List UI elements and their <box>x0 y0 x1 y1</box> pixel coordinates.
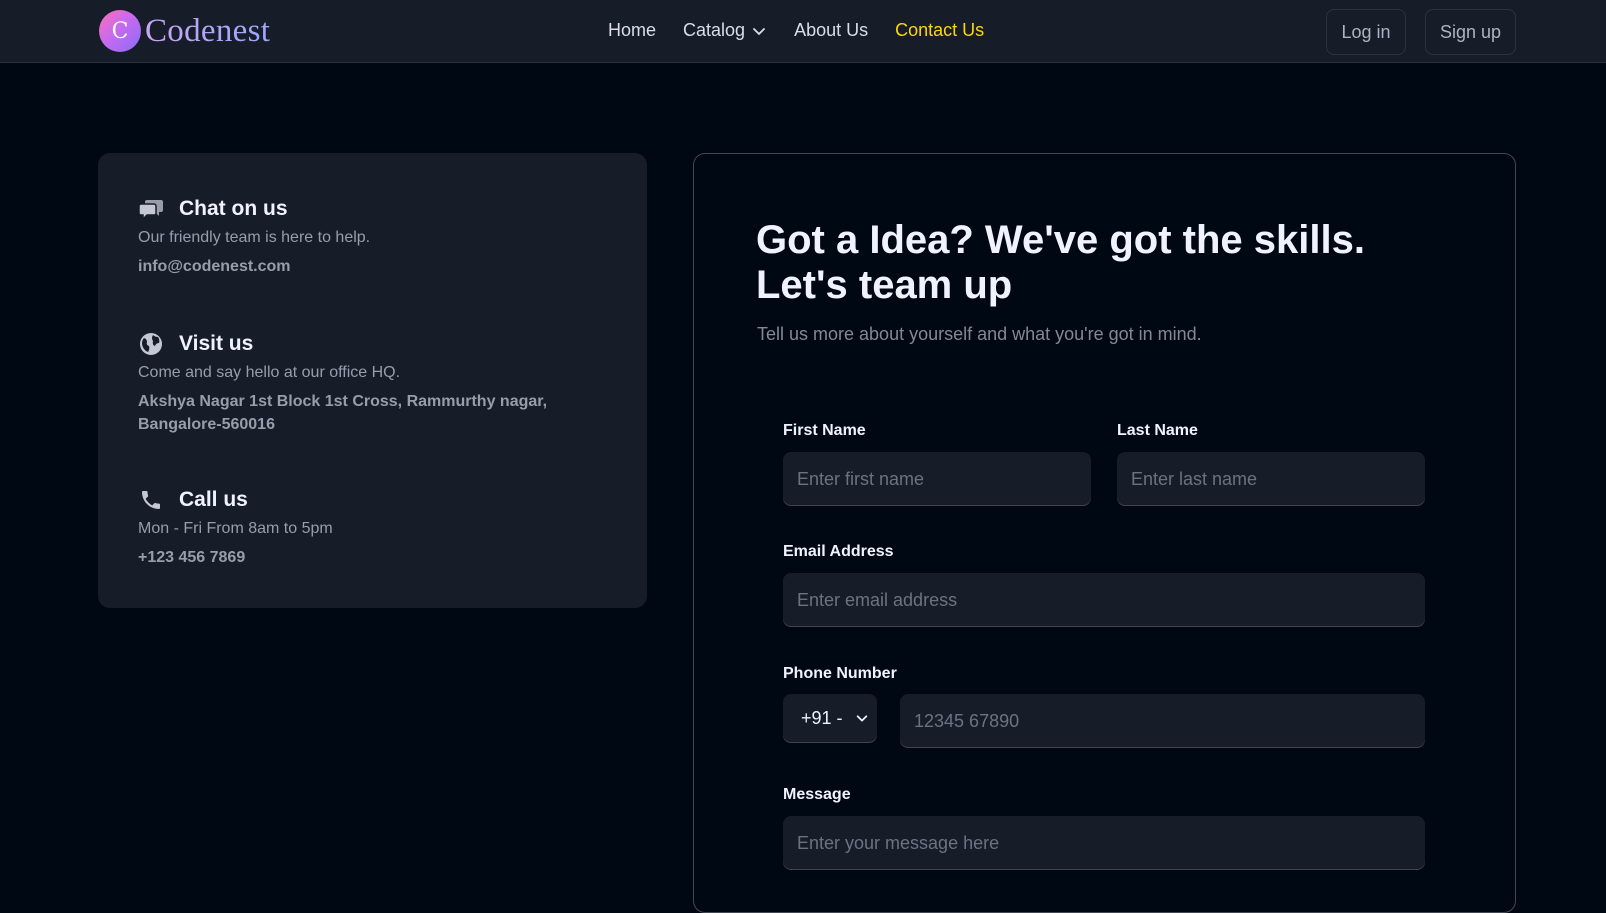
visit-title: Visit us <box>179 332 254 355</box>
first-name-field[interactable] <box>783 452 1091 506</box>
email-field[interactable] <box>783 573 1425 627</box>
contact-info-visit: Visit us Come and say hello at our offic… <box>138 331 558 436</box>
top-navbar: C Codenest Home Catalog About Us Contact… <box>0 0 1606 63</box>
first-name-label: First Name <box>783 422 866 439</box>
chat-title: Chat on us <box>179 197 288 220</box>
visit-desc: Come and say hello at our office HQ. <box>138 364 401 381</box>
contact-form-card: Got a Idea? We've got the skills. Let's … <box>693 153 1516 913</box>
form-subheading: Tell us more about yourself and what you… <box>757 324 1202 344</box>
nav-link-about[interactable]: About Us <box>794 20 868 41</box>
form-heading: Got a Idea? We've got the skills. Let's … <box>756 218 1365 307</box>
nav-link-catalog[interactable]: Catalog <box>683 20 767 41</box>
phone-icon <box>138 487 164 513</box>
call-title: Call us <box>179 488 248 511</box>
last-name-field[interactable] <box>1117 452 1425 506</box>
chat-desc: Our friendly team is here to help. <box>138 229 371 246</box>
contact-info-card: Chat on us Our friendly team is here to … <box>98 153 647 608</box>
nav-link-contact[interactable]: Contact Us <box>895 20 984 41</box>
email-label: Email Address <box>783 543 894 560</box>
globe-icon <box>138 331 164 357</box>
chevron-down-icon <box>855 711 869 725</box>
login-button[interactable]: Log in <box>1326 9 1406 55</box>
brand-name: Codenest <box>145 12 271 49</box>
logo-mark-icon: C <box>99 10 141 52</box>
country-code-select[interactable]: +91 - <box>783 694 877 743</box>
message-field[interactable] <box>783 816 1425 870</box>
nav-link-home[interactable]: Home <box>608 20 656 41</box>
main-nav: Home Catalog About Us Contact Us <box>608 20 1011 41</box>
call-desc: Mon - Fri From 8am to 5pm <box>138 520 333 537</box>
contact-info-call: Call us Mon - Fri From 8am to 5pm +123 4… <box>138 487 333 569</box>
last-name-label: Last Name <box>1117 422 1198 439</box>
contact-info-chat: Chat on us Our friendly team is here to … <box>138 196 370 278</box>
visit-address: Akshya Nagar 1st Block 1st Cross, Rammur… <box>138 393 548 433</box>
call-phone[interactable]: +123 456 7869 <box>138 546 333 569</box>
chat-bubbles-icon <box>138 196 164 222</box>
message-label: Message <box>783 786 851 803</box>
brand-logo[interactable]: C Codenest <box>99 10 270 52</box>
chevron-down-icon <box>751 23 767 39</box>
country-code-value: +91 - <box>801 708 843 728</box>
nav-catalog-label: Catalog <box>683 20 746 40</box>
signup-button[interactable]: Sign up <box>1425 9 1516 55</box>
chat-email[interactable]: info@codenest.com <box>138 255 370 278</box>
phone-field[interactable] <box>900 694 1425 748</box>
phone-label: Phone Number <box>783 665 897 682</box>
